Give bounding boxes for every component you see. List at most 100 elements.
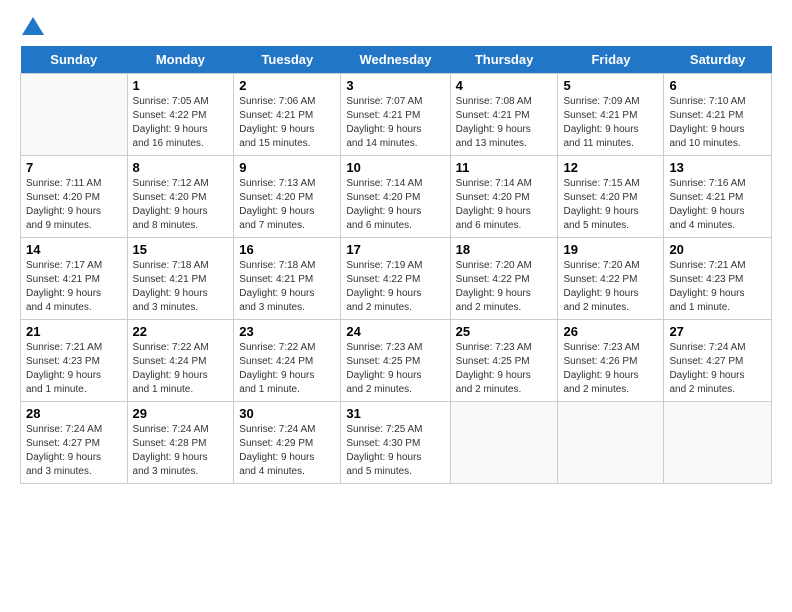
calendar-cell — [450, 401, 558, 483]
day-number: 14 — [26, 242, 122, 257]
day-info: Sunrise: 7:16 AMSunset: 4:21 PMDaylight:… — [669, 177, 766, 233]
day-number: 2 — [239, 78, 335, 93]
week-row-4: 28 Sunrise: 7:24 AMSunset: 4:27 PMDayligh… — [21, 401, 772, 483]
day-number: 12 — [563, 160, 658, 175]
calendar-cell: 5Sunrise: 7:09 AMSunset: 4:21 PMDaylight… — [558, 73, 664, 155]
logo — [20, 16, 44, 36]
day-info: Sunrise: 7:24 AMSunset: 4:29 PMDaylight:… — [239, 423, 335, 479]
day-number: 26 — [563, 324, 658, 339]
day-info: Sunrise: 7:06 AMSunset: 4:21 PMDaylight:… — [239, 95, 335, 151]
calendar-cell: 7 Sunrise: 7:11 AMSunset: 4:20 PMDaylight… — [21, 155, 128, 237]
page: SundayMondayTuesdayWednesdayThursdayFrid… — [0, 0, 792, 612]
calendar-cell: 31 Sunrise: 7:25 AMSunset: 4:30 PMDayligh… — [341, 401, 450, 483]
day-number: 7 — [26, 160, 122, 175]
day-info: Sunrise: 7:24 AMSunset: 4:27 PMDaylight:… — [26, 423, 122, 479]
day-number: 18 — [456, 242, 553, 257]
day-info: Sunrise: 7:11 AMSunset: 4:20 PMDaylight:… — [26, 177, 122, 233]
day-info: Sunrise: 7:14 AMSunset: 4:20 PMDaylight:… — [346, 177, 444, 233]
day-number: 6 — [669, 78, 766, 93]
day-info: Sunrise: 7:18 AMSunset: 4:21 PMDaylight:… — [133, 259, 229, 315]
calendar-cell: 3Sunrise: 7:07 AMSunset: 4:21 PMDaylight… — [341, 73, 450, 155]
day-number: 17 — [346, 242, 444, 257]
day-number: 3 — [346, 78, 444, 93]
calendar-cell: 19 Sunrise: 7:20 AMSunset: 4:22 PMDayligh… — [558, 237, 664, 319]
calendar-cell: 9Sunrise: 7:13 AMSunset: 4:20 PMDaylight… — [234, 155, 341, 237]
day-header-sunday: Sunday — [21, 46, 128, 74]
day-info: Sunrise: 7:12 AMSunset: 4:20 PMDaylight:… — [133, 177, 229, 233]
calendar-cell: 13 Sunrise: 7:16 AMSunset: 4:21 PMDayligh… — [664, 155, 772, 237]
calendar-cell: 6 Sunrise: 7:10 AMSunset: 4:21 PMDaylight… — [664, 73, 772, 155]
day-number: 10 — [346, 160, 444, 175]
day-number: 27 — [669, 324, 766, 339]
day-info: Sunrise: 7:10 AMSunset: 4:21 PMDaylight:… — [669, 95, 766, 151]
day-number: 23 — [239, 324, 335, 339]
day-info: Sunrise: 7:19 AMSunset: 4:22 PMDaylight:… — [346, 259, 444, 315]
calendar-cell — [558, 401, 664, 483]
calendar-cell: 1Sunrise: 7:05 AMSunset: 4:22 PMDaylight… — [127, 73, 234, 155]
logo-icon — [22, 17, 44, 35]
calendar-cell: 12 Sunrise: 7:15 AMSunset: 4:20 PMDayligh… — [558, 155, 664, 237]
calendar-cell: 27 Sunrise: 7:24 AMSunset: 4:27 PMDayligh… — [664, 319, 772, 401]
calendar-cell: 10 Sunrise: 7:14 AMSunset: 4:20 PMDayligh… — [341, 155, 450, 237]
calendar-cell: 26 Sunrise: 7:23 AMSunset: 4:26 PMDayligh… — [558, 319, 664, 401]
day-number: 11 — [456, 160, 553, 175]
day-number: 31 — [346, 406, 444, 421]
day-number: 24 — [346, 324, 444, 339]
day-header-monday: Monday — [127, 46, 234, 74]
day-header-saturday: Saturday — [664, 46, 772, 74]
day-info: Sunrise: 7:17 AMSunset: 4:21 PMDaylight:… — [26, 259, 122, 315]
week-row-3: 21 Sunrise: 7:21 AMSunset: 4:23 PMDayligh… — [21, 319, 772, 401]
week-row-2: 14 Sunrise: 7:17 AMSunset: 4:21 PMDayligh… — [21, 237, 772, 319]
day-number: 28 — [26, 406, 122, 421]
calendar-cell: 21 Sunrise: 7:21 AMSunset: 4:23 PMDayligh… — [21, 319, 128, 401]
day-number: 22 — [133, 324, 229, 339]
day-header-wednesday: Wednesday — [341, 46, 450, 74]
calendar-cell: 17 Sunrise: 7:19 AMSunset: 4:22 PMDayligh… — [341, 237, 450, 319]
day-number: 13 — [669, 160, 766, 175]
day-number: 4 — [456, 78, 553, 93]
day-info: Sunrise: 7:21 AMSunset: 4:23 PMDaylight:… — [26, 341, 122, 397]
day-info: Sunrise: 7:22 AMSunset: 4:24 PMDaylight:… — [133, 341, 229, 397]
calendar-cell: 28 Sunrise: 7:24 AMSunset: 4:27 PMDayligh… — [21, 401, 128, 483]
day-number: 25 — [456, 324, 553, 339]
day-info: Sunrise: 7:25 AMSunset: 4:30 PMDaylight:… — [346, 423, 444, 479]
day-info: Sunrise: 7:23 AMSunset: 4:25 PMDaylight:… — [456, 341, 553, 397]
day-info: Sunrise: 7:23 AMSunset: 4:26 PMDaylight:… — [563, 341, 658, 397]
day-header-tuesday: Tuesday — [234, 46, 341, 74]
day-info: Sunrise: 7:15 AMSunset: 4:20 PMDaylight:… — [563, 177, 658, 233]
day-info: Sunrise: 7:24 AMSunset: 4:28 PMDaylight:… — [133, 423, 229, 479]
day-number: 15 — [133, 242, 229, 257]
day-info: Sunrise: 7:22 AMSunset: 4:24 PMDaylight:… — [239, 341, 335, 397]
calendar-cell: 11 Sunrise: 7:14 AMSunset: 4:20 PMDayligh… — [450, 155, 558, 237]
day-info: Sunrise: 7:24 AMSunset: 4:27 PMDaylight:… — [669, 341, 766, 397]
day-number: 5 — [563, 78, 658, 93]
day-number: 19 — [563, 242, 658, 257]
calendar-cell: 25 Sunrise: 7:23 AMSunset: 4:25 PMDayligh… — [450, 319, 558, 401]
calendar-cell: 18Sunrise: 7:20 AMSunset: 4:22 PMDayligh… — [450, 237, 558, 319]
day-number: 21 — [26, 324, 122, 339]
header — [20, 16, 772, 36]
calendar-cell: 30Sunrise: 7:24 AMSunset: 4:29 PMDayligh… — [234, 401, 341, 483]
calendar-cell: 20 Sunrise: 7:21 AMSunset: 4:23 PMDayligh… — [664, 237, 772, 319]
day-info: Sunrise: 7:13 AMSunset: 4:20 PMDaylight:… — [239, 177, 335, 233]
calendar-cell: 14 Sunrise: 7:17 AMSunset: 4:21 PMDayligh… — [21, 237, 128, 319]
calendar-cell: 22 Sunrise: 7:22 AMSunset: 4:24 PMDayligh… — [127, 319, 234, 401]
day-info: Sunrise: 7:14 AMSunset: 4:20 PMDaylight:… — [456, 177, 553, 233]
calendar-cell: 15 Sunrise: 7:18 AMSunset: 4:21 PMDayligh… — [127, 237, 234, 319]
day-info: Sunrise: 7:05 AMSunset: 4:22 PMDaylight:… — [133, 95, 229, 151]
day-number: 16 — [239, 242, 335, 257]
calendar-table: SundayMondayTuesdayWednesdayThursdayFrid… — [20, 46, 772, 484]
day-header-friday: Friday — [558, 46, 664, 74]
calendar-cell — [21, 73, 128, 155]
calendar-cell — [664, 401, 772, 483]
day-info: Sunrise: 7:08 AMSunset: 4:21 PMDaylight:… — [456, 95, 553, 151]
week-row-0: 1Sunrise: 7:05 AMSunset: 4:22 PMDaylight… — [21, 73, 772, 155]
day-info: Sunrise: 7:21 AMSunset: 4:23 PMDaylight:… — [669, 259, 766, 315]
week-row-1: 7 Sunrise: 7:11 AMSunset: 4:20 PMDaylight… — [21, 155, 772, 237]
day-info: Sunrise: 7:20 AMSunset: 4:22 PMDaylight:… — [563, 259, 658, 315]
day-header-thursday: Thursday — [450, 46, 558, 74]
calendar-cell: 4 Sunrise: 7:08 AMSunset: 4:21 PMDaylight… — [450, 73, 558, 155]
day-number: 20 — [669, 242, 766, 257]
day-info: Sunrise: 7:23 AMSunset: 4:25 PMDaylight:… — [346, 341, 444, 397]
logo-text — [20, 16, 44, 36]
